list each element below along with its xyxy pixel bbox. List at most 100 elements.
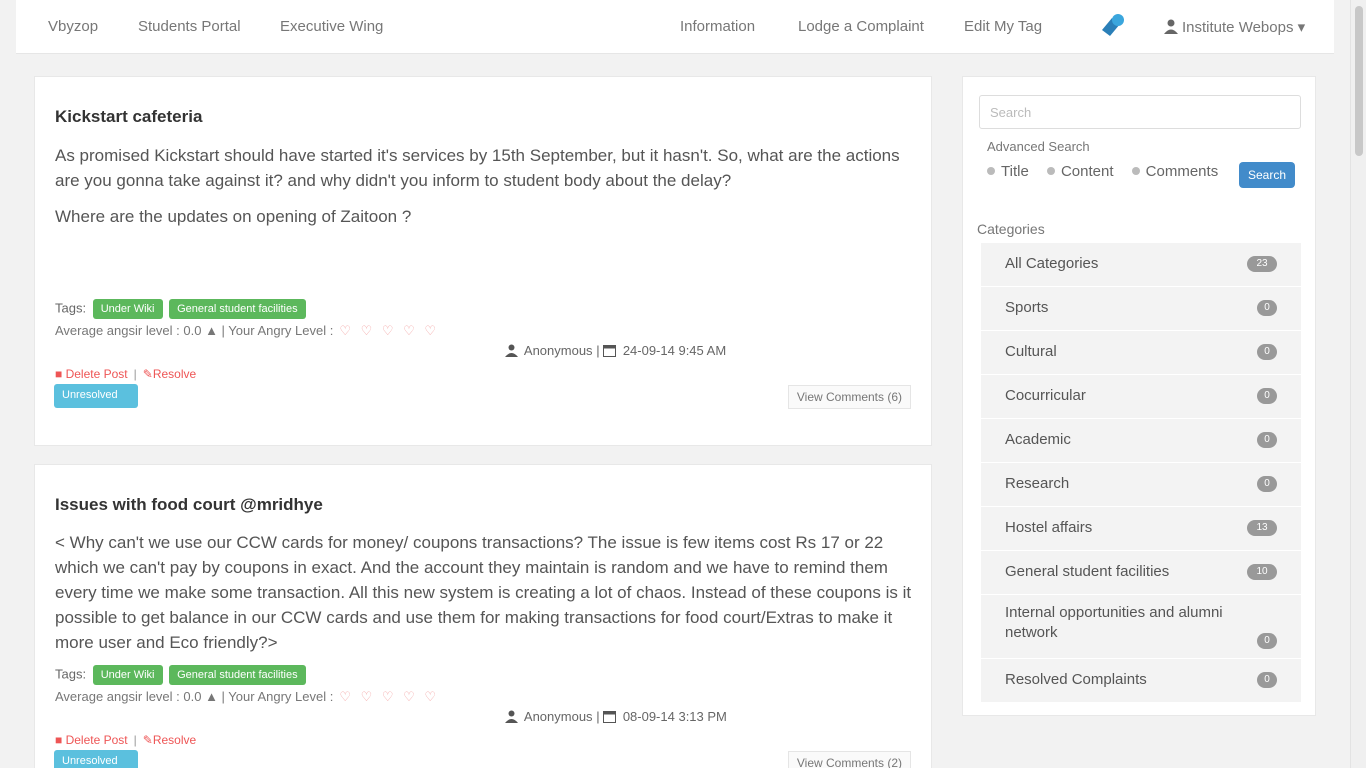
top-navbar: Vbyzop Students Portal Executive Wing In… [16,0,1334,54]
category-label: Internal opportunities and alumni networ… [1005,604,1223,641]
post-author: Anonymous [523,709,593,724]
post-actions: ■ Delete Post | ✎Resolve [55,733,197,747]
category-item-cultural[interactable]: Cultural 0 [981,331,1301,375]
category-label: Resolved Complaints [1005,671,1147,688]
category-item-academic[interactable]: Academic 0 [981,419,1301,463]
user-icon [505,710,518,723]
tags-label: Tags: [55,666,87,682]
category-label: Research [1005,475,1070,492]
pencil-icon: ✎ [142,367,153,381]
count-badge: 0 [1257,633,1277,649]
option-title-label: Title [1001,163,1029,180]
angry-level-text: Average angsir level : 0.0 ▲ | Your Angr… [55,323,334,338]
category-item-all[interactable]: All Categories 23 [981,243,1301,287]
post-date: 08-09-14 3:13 PM [622,709,727,724]
tag-badge[interactable]: Under Wiki [92,299,163,319]
chevron-down-icon: ▾ [1297,19,1306,36]
angry-rating-hearts[interactable]: ♡ ♡ ♡ ♡ ♡ [339,689,439,704]
advanced-search-label: Advanced Search [987,139,1090,154]
post-title[interactable]: Kickstart cafeteria [55,107,202,127]
tag-badge[interactable]: General student facilities [169,665,306,685]
option-title[interactable]: Title [987,163,1029,180]
sidebar: Advanced Search Title Content Comments S… [962,76,1316,716]
view-comments-button[interactable]: View Comments (2) [787,751,911,768]
status-badge: Unresolved [54,384,138,408]
view-comments-button[interactable]: View Comments (6) [787,385,911,409]
post-body: As promised Kickstart should have starte… [55,143,915,240]
count-badge: 0 [1257,388,1277,404]
nav-lodge-complaint-link[interactable]: Lodge a Complaint [798,18,924,35]
category-item-general-facilities[interactable]: General student facilities 10 [981,551,1301,595]
post-meta: Anonymous | 24-09-14 9:45 AM [505,343,726,358]
user-icon [1164,19,1178,34]
post-meta: Anonymous | 08-09-14 3:13 PM [505,709,727,724]
calendar-icon [603,344,617,357]
category-item-research[interactable]: Research 0 [981,463,1301,507]
resolve-link[interactable]: Resolve [153,367,196,381]
advanced-search-options: Title Content Comments [987,163,1232,180]
category-item-hostel-affairs[interactable]: Hostel affairs 13 [981,507,1301,551]
nav-edit-tag-link[interactable]: Edit My Tag [964,18,1042,35]
angry-level-row: Average angsir level : 0.0 ▲ | Your Angr… [55,689,439,705]
checkbox-icon[interactable] [1131,167,1140,175]
categories-heading: Categories [977,221,1045,237]
post-paragraph: Where are the updates on opening of Zait… [55,207,412,226]
category-item-cocurricular[interactable]: Cocurricular 0 [981,375,1301,419]
count-badge: 13 [1247,520,1277,536]
count-badge: 0 [1257,672,1277,688]
tag-badge[interactable]: General student facilities [169,299,306,319]
category-item-internal-opportunities[interactable]: Internal opportunities and alumni networ… [981,595,1301,659]
option-content-label: Content [1060,163,1114,180]
count-badge: 0 [1257,300,1277,316]
calendar-icon [603,710,617,723]
delete-post-link[interactable]: Delete Post [66,367,128,381]
option-comments[interactable]: Comments [1131,163,1219,180]
search-input[interactable] [979,95,1301,129]
category-label: Academic [1005,431,1071,448]
user-menu-dropdown[interactable]: Institute Webops ▾ [1164,18,1305,36]
post-card: Kickstart cafeteria As promised Kickstar… [34,76,932,446]
category-item-sports[interactable]: Sports 0 [981,287,1301,331]
tags-label: Tags: [55,300,87,316]
post-date: 24-09-14 9:45 AM [622,343,727,358]
count-badge: 0 [1257,476,1277,492]
category-label: Cocurricular [1005,387,1086,404]
checkbox-icon[interactable] [987,167,995,175]
search-button[interactable]: Search [1239,162,1295,188]
count-badge: 0 [1257,344,1277,360]
nav-executive-wing-link[interactable]: Executive Wing [280,18,383,35]
post-title[interactable]: Issues with food court @mridhye [55,495,323,515]
count-badge: 0 [1257,432,1277,448]
tag-badge[interactable]: Under Wiki [92,665,163,685]
category-label: General student facilities [1005,563,1170,580]
resolve-link[interactable]: Resolve [153,733,196,747]
post-body: < Why can't we use our CCW cards for mon… [55,530,915,666]
nav-brand-link[interactable]: Vbyzop [48,18,98,35]
status-badge: Unresolved [54,750,138,768]
trash-icon: ■ [55,367,63,381]
tags-row: Tags: Under Wiki General student facilit… [55,665,306,685]
scrollbar-thumb[interactable] [1355,6,1363,156]
trash-icon: ■ [55,733,63,747]
count-badge: 10 [1247,564,1277,580]
category-item-resolved[interactable]: Resolved Complaints 0 [981,659,1301,703]
delete-post-link[interactable]: Delete Post [66,733,128,747]
angry-level-text: Average angsir level : 0.0 ▲ | Your Angr… [55,689,334,704]
angry-level-row: Average angsir level : 0.0 ▲ | Your Angr… [55,323,439,339]
count-badge: 23 [1247,256,1277,272]
nav-students-portal-link[interactable]: Students Portal [138,18,241,35]
post-paragraph: As promised Kickstart should have starte… [55,146,900,190]
category-label: All Categories [1005,255,1099,272]
page-scrollbar[interactable] [1350,0,1366,768]
user-name: Institute Webops [1182,19,1294,36]
option-comments-label: Comments [1145,163,1219,180]
category-label: Hostel affairs [1005,519,1093,536]
post-actions: ■ Delete Post | ✎Resolve [55,367,197,381]
user-icon [505,344,518,357]
checkbox-icon[interactable] [1046,167,1055,175]
option-content[interactable]: Content [1046,163,1114,180]
angry-rating-hearts[interactable]: ♡ ♡ ♡ ♡ ♡ [339,323,439,338]
notification-icon[interactable] [1098,12,1126,38]
category-label: Sports [1005,299,1049,316]
nav-information-link[interactable]: Information [680,18,755,35]
